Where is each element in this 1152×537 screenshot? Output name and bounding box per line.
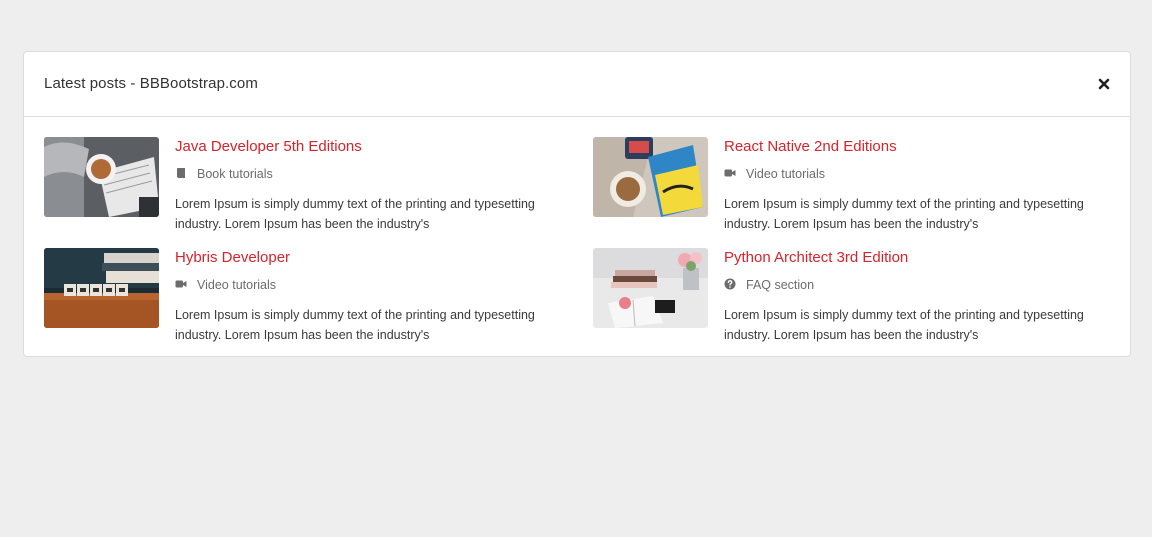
- desk-flowers-image: [593, 248, 708, 328]
- post-item: React Native 2nd Editions Video tutorial…: [593, 137, 1113, 237]
- post-item: Hybris Developer Video tutorials Lorem I…: [44, 248, 564, 348]
- study-blocks-image: [44, 248, 159, 328]
- post-item: Java Developer 5th Editions Book tutoria…: [44, 137, 564, 237]
- post-thumbnail[interactable]: [593, 137, 708, 217]
- post-category-label: Video tutorials: [197, 278, 276, 292]
- post-item: Python Architect 3rd Edition FAQ section…: [593, 248, 1113, 348]
- close-icon: [1098, 78, 1110, 90]
- post-category-label: Book tutorials: [197, 167, 273, 181]
- post-category: FAQ section: [724, 278, 814, 292]
- post-excerpt: Lorem Ipsum is simply dummy text of the …: [724, 197, 1084, 231]
- card-title: Latest posts - BBBootstrap.com: [44, 75, 258, 92]
- video-camera-icon: [724, 169, 736, 177]
- coffee-magazine-image: [593, 137, 708, 217]
- close-button[interactable]: [1096, 76, 1112, 92]
- post-excerpt: Lorem Ipsum is simply dummy text of the …: [175, 308, 535, 342]
- question-circle-icon: [724, 278, 736, 290]
- post-thumbnail[interactable]: [593, 248, 708, 328]
- post-title[interactable]: React Native 2nd Editions: [724, 138, 897, 155]
- video-camera-icon: [175, 280, 187, 288]
- post-excerpt: Lorem Ipsum is simply dummy text of the …: [724, 308, 1084, 342]
- post-category-label: Video tutorials: [746, 167, 825, 181]
- post-category-label: FAQ section: [746, 278, 815, 292]
- post-category: Video tutorials: [724, 167, 825, 181]
- post-excerpt: Lorem Ipsum is simply dummy text of the …: [175, 197, 535, 231]
- post-title[interactable]: Hybris Developer: [175, 249, 290, 266]
- post-thumbnail[interactable]: [44, 137, 159, 217]
- coffee-book-image: [44, 137, 159, 217]
- book-icon: [177, 168, 185, 178]
- latest-posts-card: Latest posts - BBBootstrap.com Java Deve…: [23, 51, 1131, 357]
- post-title[interactable]: Python Architect 3rd Edition: [724, 249, 908, 266]
- post-title[interactable]: Java Developer 5th Editions: [175, 138, 362, 155]
- post-thumbnail[interactable]: [44, 248, 159, 328]
- post-category: Book tutorials: [175, 167, 273, 181]
- post-category: Video tutorials: [175, 278, 276, 292]
- card-header: Latest posts - BBBootstrap.com: [24, 52, 1130, 117]
